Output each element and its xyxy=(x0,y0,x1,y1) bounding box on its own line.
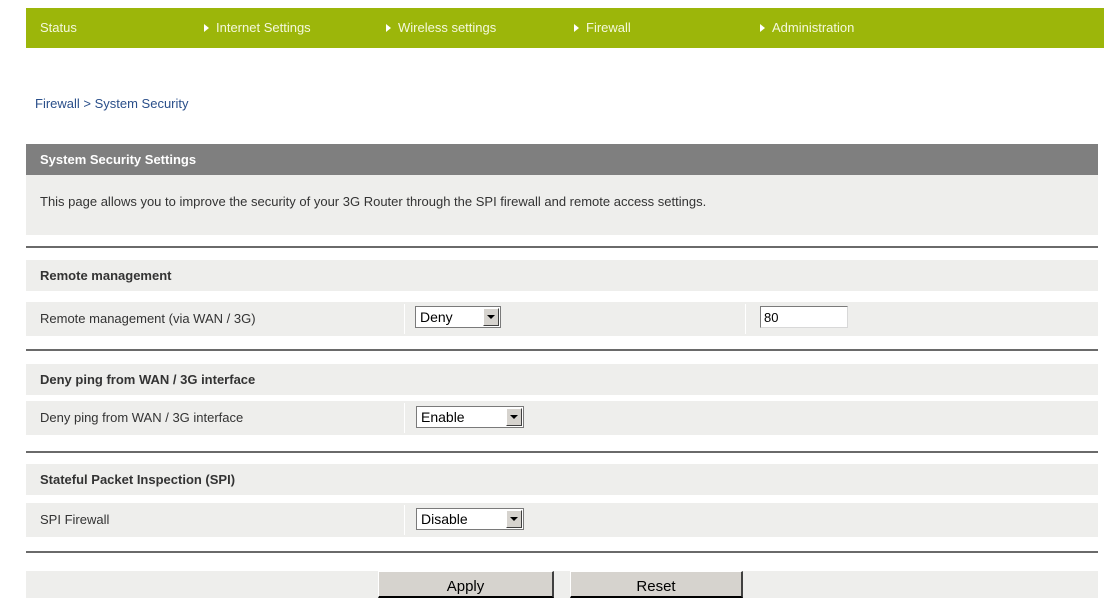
chevron-down-icon[interactable] xyxy=(506,510,522,528)
chevron-down-icon[interactable] xyxy=(483,308,499,326)
remote-management-select-value: Deny xyxy=(420,309,453,325)
nav-label-internet-settings: Internet Settings xyxy=(216,20,311,35)
divider xyxy=(26,246,1098,248)
column-separator xyxy=(404,505,405,535)
deny-ping-row: Deny ping from WAN / 3G interface Enable xyxy=(26,401,1098,435)
deny-ping-select[interactable]: Enable xyxy=(416,406,524,428)
section-description: This page allows you to improve the secu… xyxy=(26,175,1098,235)
spi-title: Stateful Packet Inspection (SPI) xyxy=(26,464,1098,495)
deny-ping-title: Deny ping from WAN / 3G interface xyxy=(26,364,1098,395)
remote-management-title: Remote management xyxy=(26,260,1098,291)
nav-item-internet-settings[interactable]: Internet Settings xyxy=(204,8,311,48)
nav-item-status[interactable]: Status xyxy=(40,8,77,48)
section-title: System Security Settings xyxy=(26,144,1098,175)
deny-ping-select-value: Enable xyxy=(421,409,465,425)
deny-ping-label: Deny ping from WAN / 3G interface xyxy=(40,410,244,425)
top-nav-bar: Status Internet Settings Wireless settin… xyxy=(26,8,1104,48)
section-description-text: This page allows you to improve the secu… xyxy=(40,194,707,209)
nav-label-status: Status xyxy=(40,20,77,35)
triangle-right-icon xyxy=(204,24,209,32)
column-separator xyxy=(404,304,405,334)
nav-label-wireless-settings: Wireless settings xyxy=(398,20,497,35)
triangle-right-icon xyxy=(386,24,391,32)
nav-label-firewall: Firewall xyxy=(586,20,631,35)
reset-button[interactable]: Reset xyxy=(570,571,743,598)
remote-management-select[interactable]: Deny xyxy=(415,306,501,328)
triangle-right-icon xyxy=(760,24,765,32)
divider xyxy=(26,551,1098,553)
nav-label-administration: Administration xyxy=(772,20,855,35)
breadcrumb[interactable]: Firewall > System Security xyxy=(35,96,189,111)
remote-management-port-input[interactable] xyxy=(760,306,848,328)
nav-item-administration[interactable]: Administration xyxy=(760,8,854,48)
remote-management-label: Remote management (via WAN / 3G) xyxy=(40,311,256,326)
divider xyxy=(26,451,1098,453)
spi-firewall-select-value: Disable xyxy=(421,511,468,527)
nav-item-wireless-settings[interactable]: Wireless settings xyxy=(386,8,496,48)
button-bar xyxy=(26,571,1098,598)
divider xyxy=(26,349,1098,351)
spi-row: SPI Firewall Disable xyxy=(26,503,1098,537)
nav-item-firewall[interactable]: Firewall xyxy=(574,8,631,48)
apply-button[interactable]: Apply xyxy=(378,571,554,598)
chevron-down-icon[interactable] xyxy=(506,408,522,426)
column-separator xyxy=(404,403,405,433)
column-separator xyxy=(745,304,746,334)
remote-management-row: Remote management (via WAN / 3G) Deny xyxy=(26,302,1098,336)
spi-firewall-label: SPI Firewall xyxy=(40,512,110,527)
spi-firewall-select[interactable]: Disable xyxy=(416,508,524,530)
triangle-right-icon xyxy=(574,24,579,32)
